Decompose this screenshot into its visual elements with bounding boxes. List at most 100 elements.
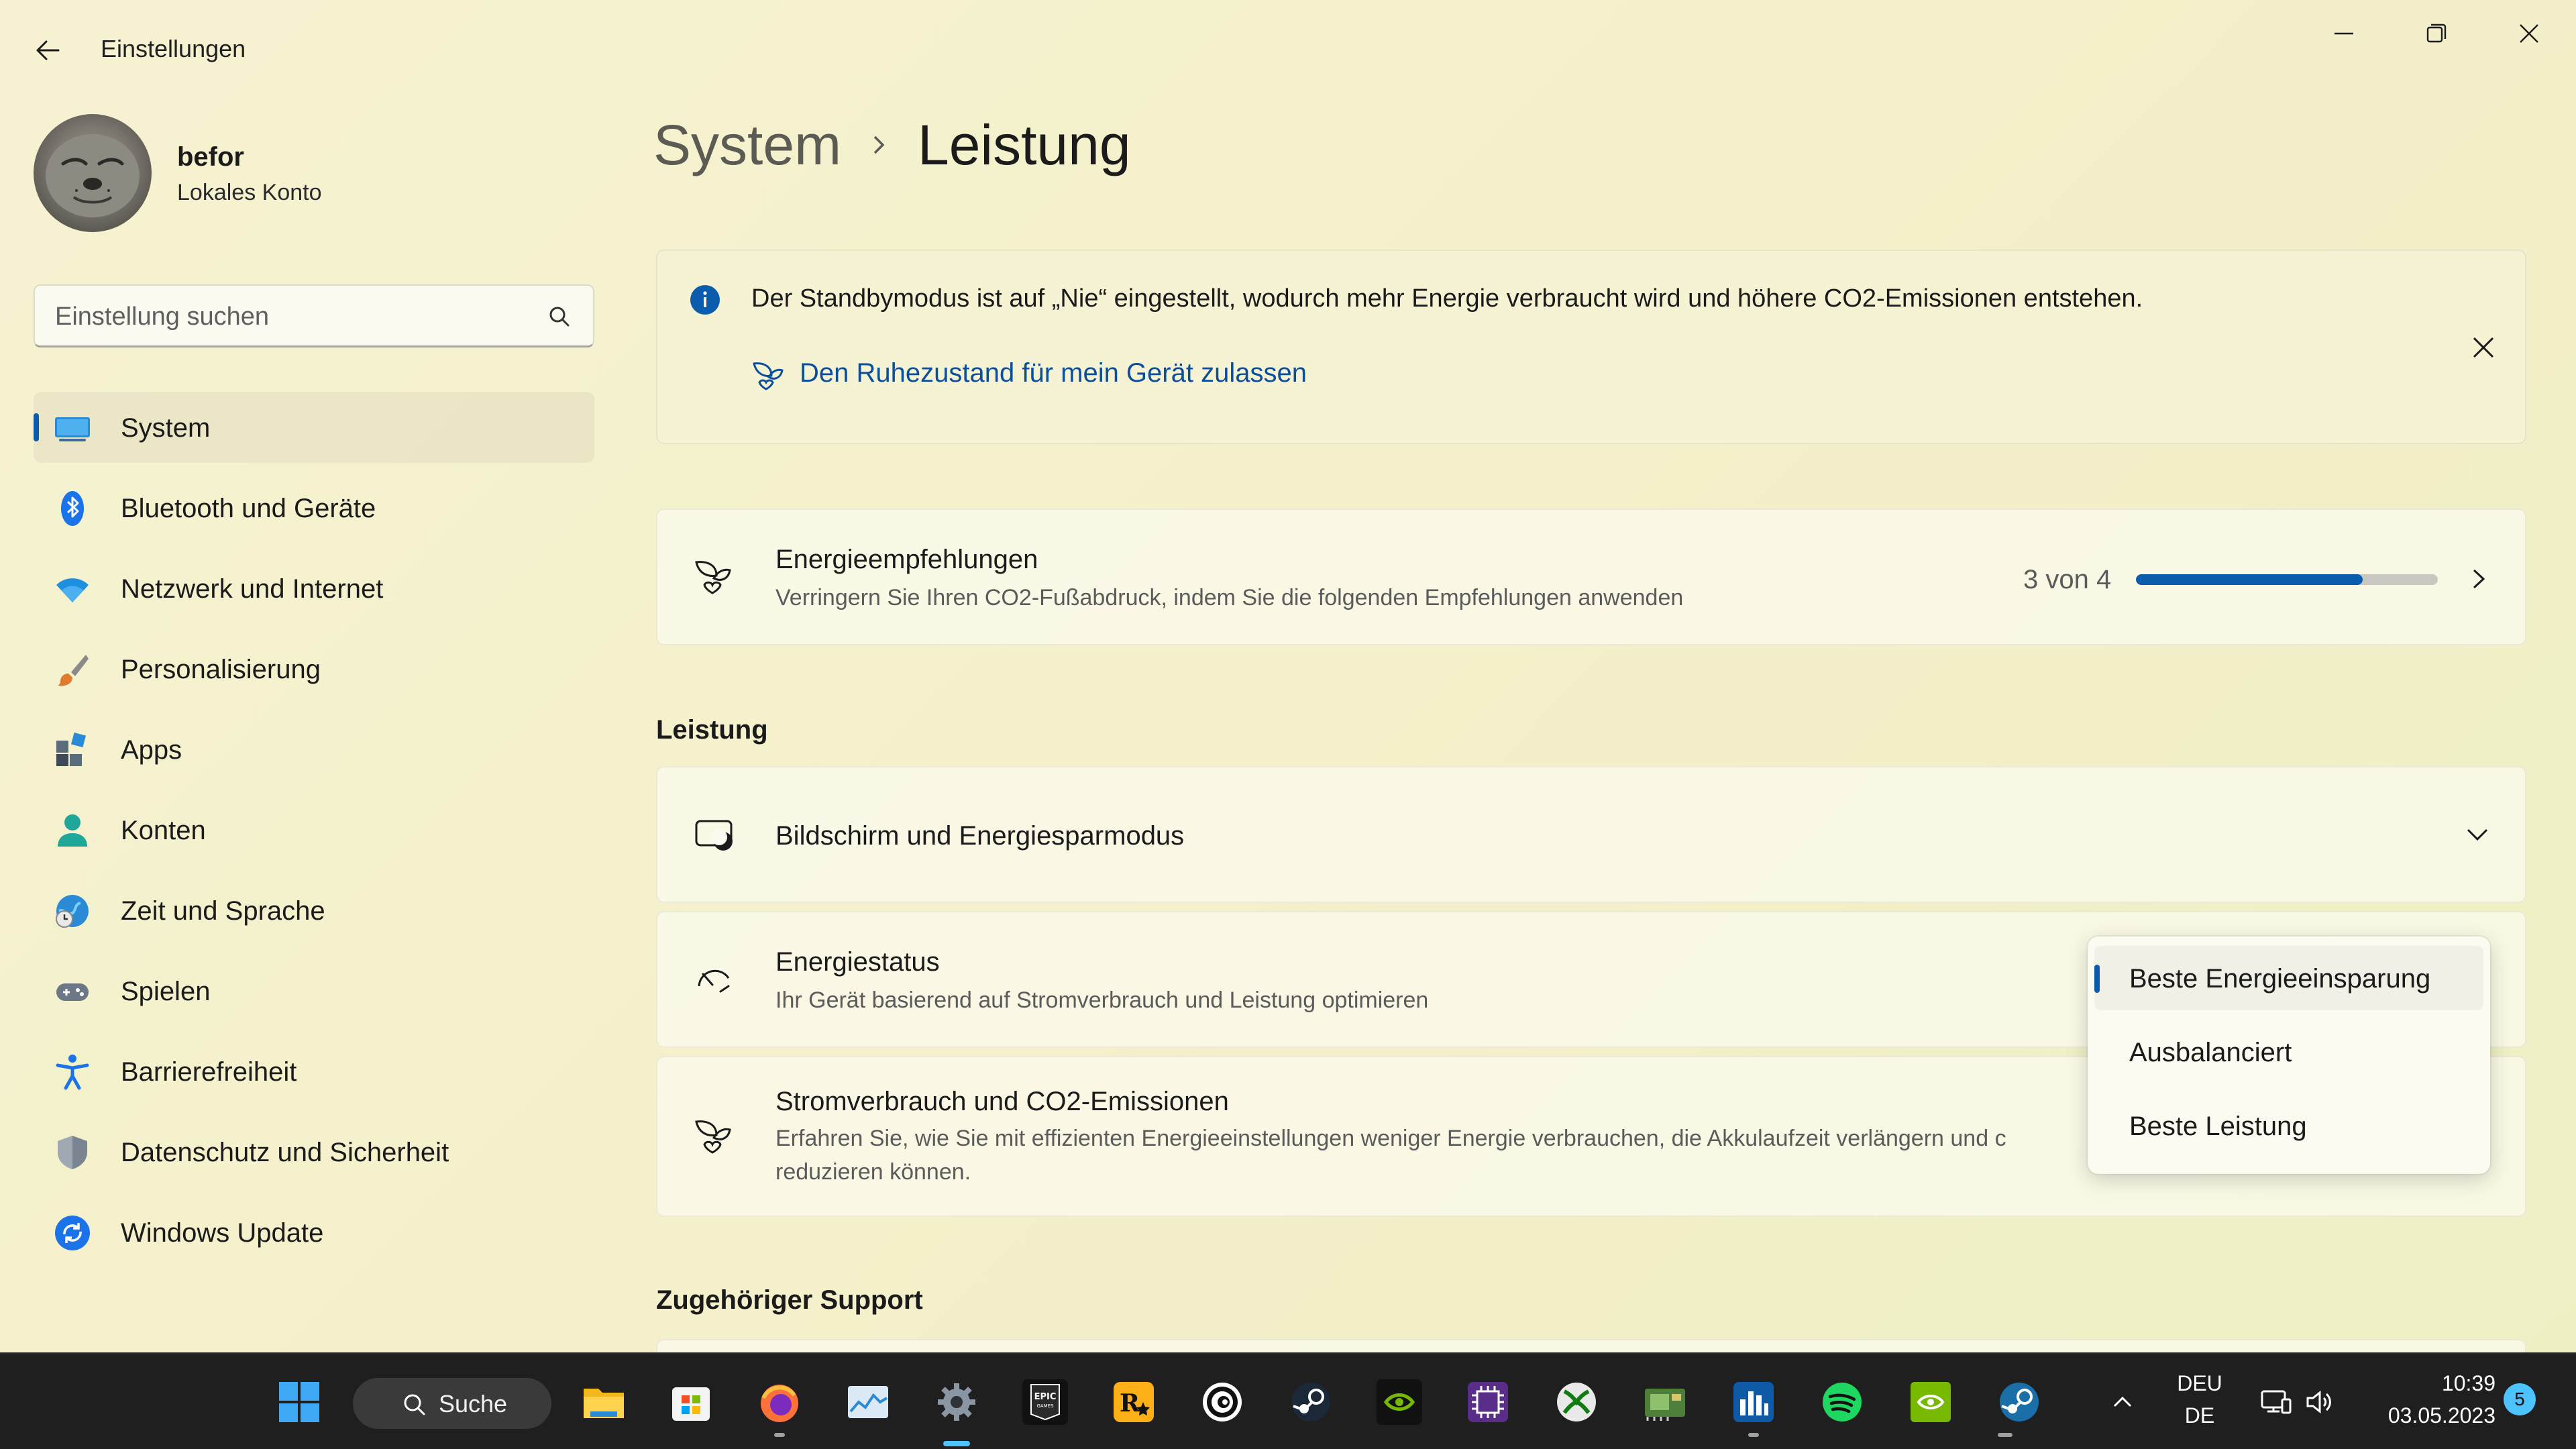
- accessibility-icon: [56, 1055, 89, 1090]
- cpu-monitor-icon[interactable]: [1465, 1379, 1511, 1425]
- sidebar-item-personalization[interactable]: Personalisierung: [34, 633, 594, 704]
- person-icon: [58, 814, 87, 847]
- notification-badge[interactable]: 5: [2504, 1383, 2536, 1415]
- recommendations-title: Energieempfehlungen: [775, 545, 1038, 574]
- sidebar-item-accessibility[interactable]: Barrierefreiheit: [34, 1036, 594, 1107]
- power-mode-dropdown[interactable]: Beste Energieeinsparung Ausbalanciert Be…: [2088, 936, 2490, 1174]
- sidebar-item-privacy[interactable]: Datenschutz und Sicherheit: [34, 1116, 594, 1187]
- settings-gear-icon[interactable]: [934, 1379, 979, 1425]
- chevron-down-icon: [2467, 828, 2488, 841]
- progress-fill: [2136, 574, 2363, 585]
- rockstar-launcher-icon[interactable]: R: [1111, 1379, 1157, 1425]
- allow-sleep-link[interactable]: Den Ruhezustand für mein Gerät zulassen: [800, 358, 1307, 388]
- svg-text:R: R: [1120, 1389, 1140, 1417]
- language-code[interactable]: DEU: [2163, 1371, 2237, 1396]
- sidebar-item-bluetooth[interactable]: Bluetooth und Geräte: [34, 472, 594, 543]
- keyboard-layout[interactable]: DE: [2163, 1403, 2237, 1428]
- search-icon[interactable]: [546, 303, 573, 330]
- co2-subtitle-line2: reduzieren können.: [775, 1159, 971, 1185]
- user-name: befor: [177, 142, 244, 172]
- running-indicator: [774, 1433, 785, 1437]
- spotify-icon[interactable]: [1819, 1379, 1865, 1425]
- sidebar-item-label: Spielen: [121, 977, 211, 1006]
- volume-icon[interactable]: [2297, 1379, 2343, 1425]
- power-option-balanced[interactable]: Ausbalanciert: [2094, 1020, 2483, 1084]
- sidebar-item-gaming[interactable]: Spielen: [34, 955, 594, 1026]
- minimize-button[interactable]: [2304, 13, 2384, 54]
- task-manager-icon[interactable]: [845, 1379, 891, 1425]
- seal-avatar-image: [46, 134, 140, 217]
- option-label: Ausbalanciert: [2129, 1038, 2292, 1067]
- sidebar-item-label: Datenschutz und Sicherheit: [121, 1138, 449, 1167]
- svg-text:EPIC: EPIC: [1034, 1392, 1057, 1402]
- hwinfo-icon[interactable]: [1731, 1379, 1776, 1425]
- nvidia-logo: [1383, 1393, 1415, 1411]
- close-icon: [2520, 24, 2538, 43]
- gauge-icon: [698, 969, 730, 993]
- dismiss-info-button[interactable]: [2465, 329, 2502, 366]
- power-option-best-efficiency[interactable]: Beste Energieeinsparung: [2094, 946, 2483, 1010]
- taskbar-search[interactable]: Suche: [353, 1378, 551, 1429]
- sidebar-item-label: Netzwerk und Internet: [121, 574, 384, 604]
- update-icon: [55, 1216, 90, 1250]
- restore-icon: [2426, 23, 2447, 43]
- firefox-icon[interactable]: [757, 1379, 802, 1425]
- gpu-z-icon[interactable]: [1642, 1379, 1688, 1425]
- recommendations-progress-bar: [2136, 574, 2438, 585]
- bluetooth-icon: [61, 491, 84, 526]
- screen-sleep-card[interactable]: Bildschirm und Energiesparmodus: [656, 766, 2526, 903]
- wifi-icon: [56, 578, 89, 602]
- restore-button[interactable]: [2396, 13, 2477, 54]
- epic-games-icon[interactable]: EPIC GAMES: [1022, 1379, 1068, 1425]
- ubisoft-connect-icon[interactable]: [1199, 1379, 1245, 1425]
- apps-icon: [56, 732, 87, 766]
- windows-start-icon[interactable]: [276, 1379, 322, 1425]
- nvidia-app-icon[interactable]: [1377, 1379, 1422, 1425]
- recommendations-progress-text: 3 von 4: [2023, 565, 2112, 594]
- xbox-icon[interactable]: [1554, 1379, 1599, 1425]
- geforce-experience-icon[interactable]: [1908, 1379, 1953, 1425]
- info-message: Der Standbymodus ist auf „Nie“ eingestel…: [751, 284, 2143, 313]
- search-placeholder: Einstellung suchen: [55, 303, 269, 331]
- brush-icon: [58, 655, 89, 686]
- taskbar: Suche EPIC GAMES R DEU DE 10:39 03.05.202…: [0, 1352, 2576, 1449]
- clock-time[interactable]: 10:39: [2361, 1371, 2496, 1396]
- steam-icon-2[interactable]: [1996, 1379, 2042, 1425]
- section-heading-support: Zugehöriger Support: [656, 1285, 923, 1315]
- clock-date[interactable]: 03.05.2023: [2361, 1403, 2496, 1428]
- sidebar-item-network[interactable]: Netzwerk und Internet: [34, 553, 594, 624]
- taskbar-search-label: Suche: [439, 1390, 508, 1417]
- gamepad-icon: [56, 983, 89, 1001]
- page-title: Leistung: [918, 113, 1131, 176]
- energy-recommendations-card[interactable]: Energieempfehlungen Verringern Sie Ihren…: [656, 508, 2526, 645]
- sidebar-item-apps[interactable]: Apps: [34, 714, 594, 785]
- network-icon[interactable]: [2253, 1379, 2298, 1425]
- epic-games-logo: EPICGAMES: [1030, 1384, 1060, 1421]
- monitor-icon: [55, 417, 90, 441]
- screen-sleep-title: Bildschirm und Energiesparmodus: [775, 821, 1185, 851]
- selected-indicator: [2094, 965, 2100, 993]
- steam-icon[interactable]: [1288, 1379, 1334, 1425]
- sidebar-item-windows-update[interactable]: Windows Update: [34, 1197, 594, 1268]
- arrow-left-icon: [36, 40, 60, 60]
- sidebar-item-accounts[interactable]: Konten: [34, 794, 594, 865]
- active-app-indicator: [943, 1441, 970, 1446]
- account-type: Lokales Konto: [177, 180, 322, 205]
- breadcrumb-parent[interactable]: System: [653, 113, 841, 178]
- power-mode-title: Energiestatus: [775, 947, 940, 977]
- power-mode-subtitle: Ihr Gerät basierend auf Stromverbrauch u…: [775, 987, 1429, 1013]
- sidebar-item-time-language[interactable]: Zeit und Sprache: [34, 875, 594, 946]
- file-explorer-icon[interactable]: [581, 1379, 627, 1425]
- co2-title: Stromverbrauch und CO2-Emissionen: [775, 1087, 1229, 1116]
- sidebar-item-system[interactable]: System: [34, 392, 594, 463]
- settings-search-input[interactable]: Einstellung suchen: [34, 284, 594, 347]
- microsoft-store-icon[interactable]: [668, 1379, 714, 1425]
- breadcrumb-chevron-icon: [873, 136, 885, 154]
- chevron-right-icon: [2473, 569, 2485, 589]
- option-label: Beste Energieeinsparung: [2129, 964, 2431, 994]
- back-button[interactable]: [27, 30, 68, 71]
- avatar[interactable]: [34, 114, 152, 232]
- chevron-up-icon[interactable]: [2100, 1379, 2145, 1425]
- power-option-best-performance[interactable]: Beste Leistung: [2094, 1093, 2483, 1158]
- close-window-button[interactable]: [2489, 13, 2569, 54]
